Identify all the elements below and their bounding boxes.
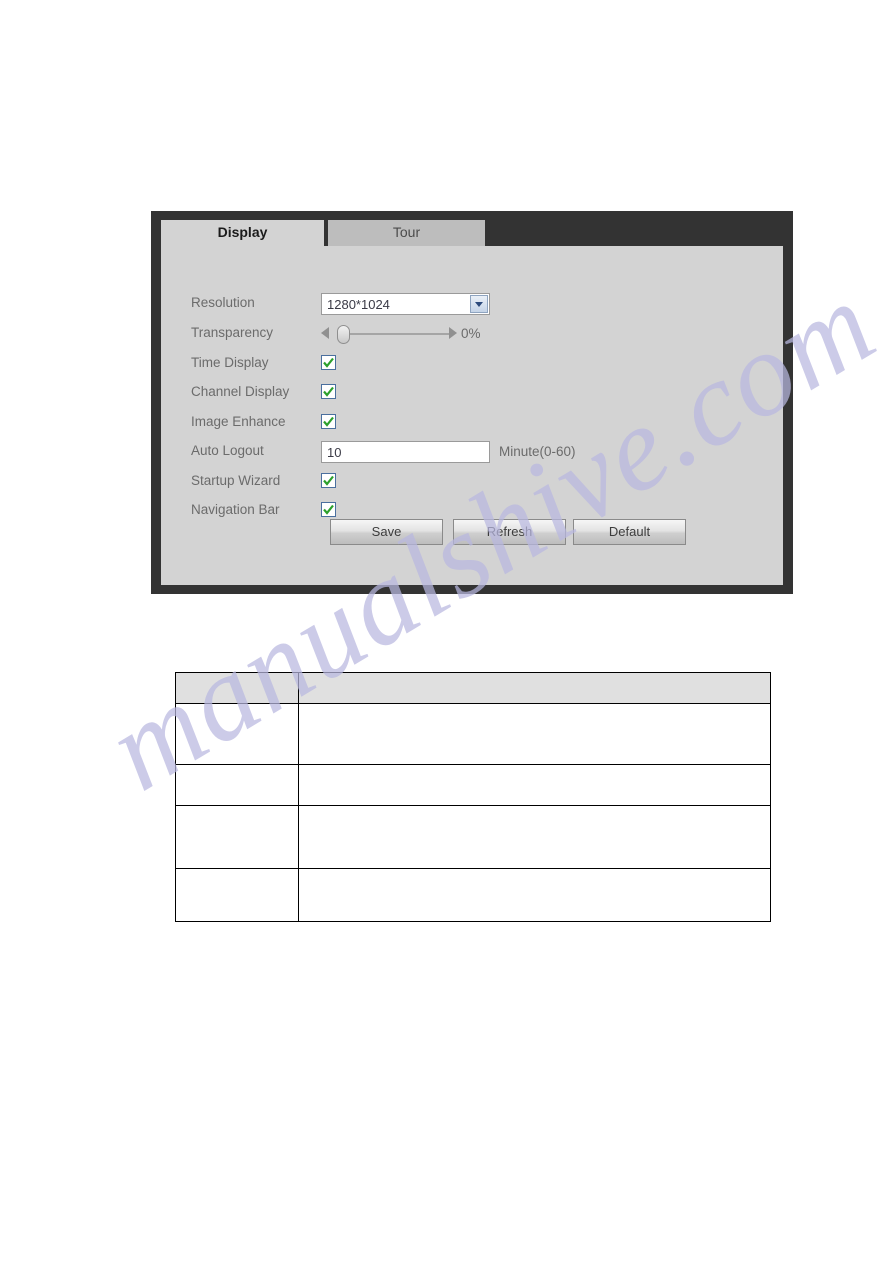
table-cell-function xyxy=(298,868,771,922)
startup-wizard-checkbox[interactable] xyxy=(321,473,336,488)
table-cell-function xyxy=(298,805,771,869)
refresh-button[interactable]: Refresh xyxy=(453,519,566,545)
image-enhance-control xyxy=(321,412,336,429)
button-row: Save Refresh Default xyxy=(161,519,783,549)
navigation-bar-control xyxy=(321,500,336,517)
time-display-checkbox[interactable] xyxy=(321,355,336,370)
table-row xyxy=(175,703,771,765)
tab-display[interactable]: Display xyxy=(161,220,324,246)
channel-display-checkbox[interactable] xyxy=(321,384,336,399)
panel-body: Resolution 1280*1024 Transparency 0% Tim… xyxy=(161,246,783,585)
transparency-label: Transparency xyxy=(191,325,274,340)
auto-logout-unit: Minute(0-60) xyxy=(499,444,576,459)
table-cell-function xyxy=(298,703,771,765)
table-header-row xyxy=(175,672,771,704)
row-auto-logout: Auto Logout Minute(0-60) xyxy=(161,441,783,470)
resolution-control: 1280*1024 xyxy=(321,293,490,315)
slider-handle[interactable] xyxy=(337,325,350,344)
resolution-select[interactable]: 1280*1024 xyxy=(321,293,490,315)
navigation-bar-label: Navigation Bar xyxy=(191,502,280,517)
image-enhance-checkbox[interactable] xyxy=(321,414,336,429)
image-enhance-label: Image Enhance xyxy=(191,414,286,429)
table-cell-parameter xyxy=(175,868,299,922)
channel-display-control xyxy=(321,382,336,399)
table-cell-function xyxy=(298,764,771,806)
table-row xyxy=(175,805,771,869)
row-startup-wizard: Startup Wizard xyxy=(161,471,783,500)
slider-track[interactable] xyxy=(337,333,449,335)
auto-logout-input[interactable] xyxy=(321,441,490,463)
row-image-enhance: Image Enhance xyxy=(161,412,783,441)
startup-wizard-label: Startup Wizard xyxy=(191,473,281,488)
row-transparency: Transparency 0% xyxy=(161,323,783,352)
table-cell-parameter xyxy=(175,764,299,806)
tab-tour[interactable]: Tour xyxy=(328,220,485,246)
auto-logout-control xyxy=(321,441,490,463)
table-header-function xyxy=(298,672,771,704)
arrow-left-icon[interactable] xyxy=(321,327,329,339)
transparency-value: 0% xyxy=(461,326,481,341)
table-row xyxy=(175,764,771,806)
tab-bar: Display Tour xyxy=(151,211,793,246)
startup-wizard-control xyxy=(321,471,336,488)
row-channel-display: Channel Display xyxy=(161,382,783,411)
description-table xyxy=(175,672,771,922)
time-display-label: Time Display xyxy=(191,355,269,370)
chevron-down-icon[interactable] xyxy=(470,295,488,313)
resolution-label: Resolution xyxy=(191,295,255,310)
row-time-display: Time Display xyxy=(161,353,783,382)
auto-logout-label: Auto Logout xyxy=(191,443,264,458)
transparency-slider[interactable]: 0% xyxy=(321,323,491,345)
channel-display-label: Channel Display xyxy=(191,384,290,399)
table-cell-parameter xyxy=(175,703,299,765)
save-button[interactable]: Save xyxy=(330,519,443,545)
display-settings-panel: Display Tour Resolution 1280*1024 Transp… xyxy=(151,211,793,594)
row-resolution: Resolution 1280*1024 xyxy=(161,293,783,322)
time-display-control xyxy=(321,353,336,370)
transparency-control: 0% xyxy=(321,323,491,345)
table-header-parameter xyxy=(175,672,299,704)
watermark: manualshive.com xyxy=(0,0,893,1263)
navigation-bar-checkbox[interactable] xyxy=(321,502,336,517)
default-button[interactable]: Default xyxy=(573,519,686,545)
resolution-value: 1280*1024 xyxy=(327,297,390,312)
table-row xyxy=(175,868,771,922)
table-cell-parameter xyxy=(175,805,299,869)
arrow-right-icon[interactable] xyxy=(449,327,457,339)
